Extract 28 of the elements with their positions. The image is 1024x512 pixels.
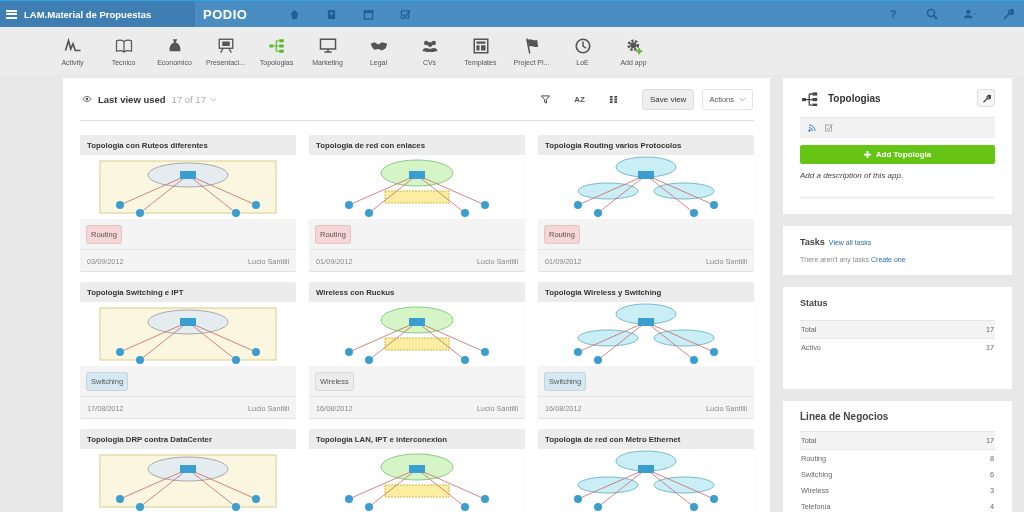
sort-button[interactable]: AZ <box>574 94 585 104</box>
rss-icon[interactable] <box>808 124 816 132</box>
contacts-icon[interactable] <box>326 8 337 20</box>
wrench-icon <box>981 93 991 103</box>
eye-icon <box>82 95 92 103</box>
app-title: Topologias <box>828 92 882 104</box>
chevron-down-icon[interactable] <box>209 96 217 102</box>
logo[interactable]: PODIO <box>203 6 263 22</box>
search-icon[interactable] <box>926 8 938 20</box>
checkbox-icon[interactable] <box>825 124 833 132</box>
app-description[interactable]: Add a description of this app. <box>800 171 995 180</box>
settings-button[interactable] <box>977 89 995 107</box>
user-icon[interactable] <box>964 8 976 20</box>
hierarchy-icon <box>800 90 820 106</box>
tasks-title: Tasks <box>800 237 825 247</box>
status-title: Status <box>800 298 829 310</box>
business-line-title: Linea de Negocios <box>800 411 890 424</box>
chevron-down-icon <box>739 96 746 102</box>
plus-icon <box>863 151 871 158</box>
calendar-icon[interactable] <box>363 8 374 20</box>
filter-icon[interactable] <box>541 94 551 104</box>
menu-icon[interactable] <box>6 9 17 19</box>
home-icon[interactable] <box>289 8 300 20</box>
save-view-button[interactable]: Save view <box>641 88 695 110</box>
checkbox-icon[interactable] <box>400 8 411 20</box>
grid-view-icon[interactable] <box>608 94 618 104</box>
wrench-icon[interactable] <box>1002 8 1014 20</box>
view-name[interactable]: Last view used <box>98 93 166 105</box>
